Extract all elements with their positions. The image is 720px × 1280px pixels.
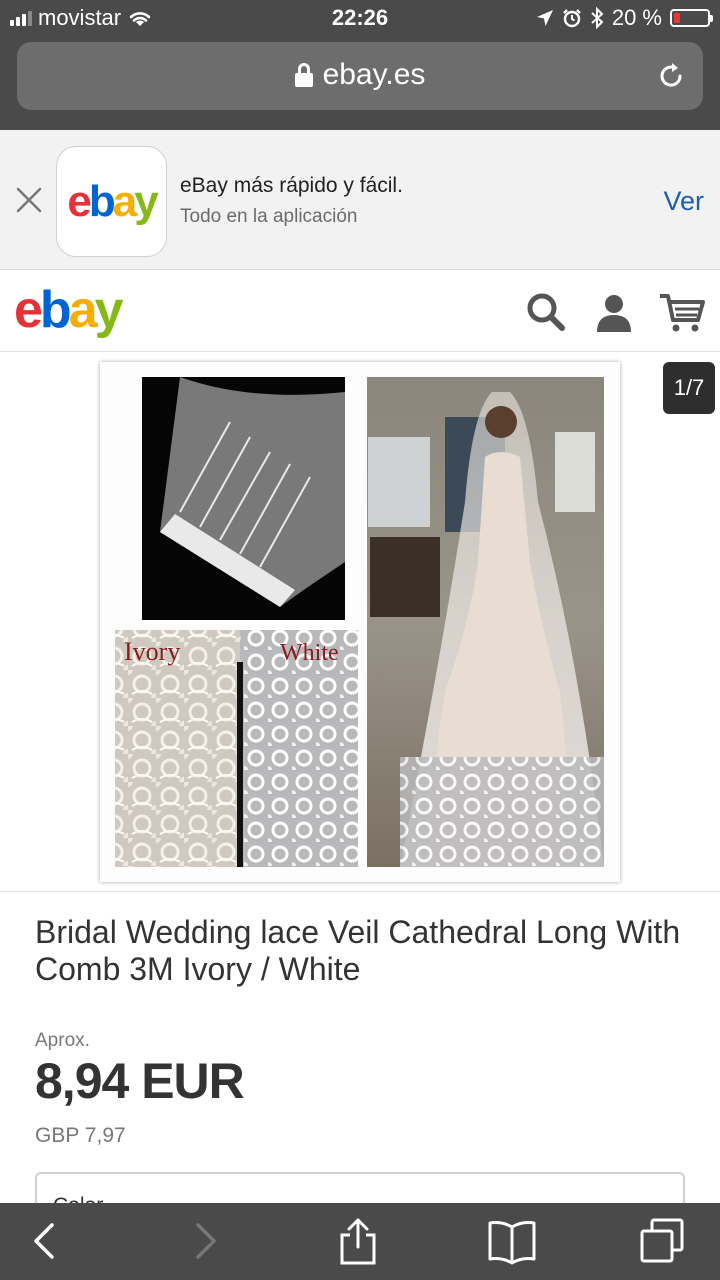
bookmarks-icon[interactable] bbox=[486, 1217, 538, 1265]
site-header: ebay bbox=[0, 270, 720, 352]
url-text: ebay.es bbox=[322, 58, 426, 91]
browser-chrome: movistar 22:26 20 % ebay.es bbox=[0, 0, 720, 130]
bluetooth-icon bbox=[591, 7, 604, 29]
search-icon[interactable] bbox=[524, 290, 568, 334]
banner-subtitle: Todo en la aplicación bbox=[180, 206, 358, 227]
product-title: Bridal Wedding lace Veil Cathedral Long … bbox=[35, 914, 681, 987]
product-photo[interactable]: Ivory White bbox=[100, 362, 620, 882]
product-gallery[interactable]: Ivory White 1/7 bbox=[0, 352, 720, 892]
back-icon[interactable] bbox=[22, 1217, 70, 1265]
banner-title: eBay más rápido y fácil. bbox=[180, 174, 403, 197]
forward-icon[interactable] bbox=[180, 1217, 228, 1265]
location-arrow-icon bbox=[536, 10, 553, 26]
cart-icon[interactable] bbox=[658, 290, 706, 334]
open-app-button[interactable]: Ver bbox=[663, 186, 704, 217]
white-label: White bbox=[280, 640, 339, 666]
ivory-label: Ivory bbox=[124, 637, 180, 666]
lock-icon bbox=[294, 63, 313, 87]
status-bar: movistar 22:26 20 % bbox=[0, 0, 720, 36]
address-bar[interactable]: ebay.es bbox=[17, 42, 703, 110]
browser-toolbar bbox=[0, 1203, 720, 1280]
alarm-icon bbox=[562, 9, 581, 28]
app-banner: ebay eBay más rápido y fácil. Todo en la… bbox=[0, 130, 720, 270]
share-icon[interactable] bbox=[334, 1217, 382, 1265]
battery-icon bbox=[670, 9, 713, 27]
ebay-logo[interactable]: ebay bbox=[14, 280, 124, 340]
tabs-icon[interactable] bbox=[638, 1217, 686, 1265]
battery-percent: 20 % bbox=[611, 5, 662, 30]
user-icon[interactable] bbox=[592, 290, 636, 334]
ebay-logo: ebay bbox=[67, 176, 158, 226]
product-price: 8,94 EUR bbox=[35, 1053, 245, 1109]
original-price: GBP 7,97 bbox=[35, 1124, 126, 1147]
image-counter: 1/7 bbox=[663, 362, 715, 414]
veil-photo-collage: Ivory White bbox=[115, 377, 604, 867]
close-icon[interactable] bbox=[14, 185, 44, 215]
reload-icon[interactable] bbox=[655, 60, 687, 92]
app-icon: ebay bbox=[56, 146, 167, 257]
price-prefix: Aprox. bbox=[35, 1030, 90, 1051]
